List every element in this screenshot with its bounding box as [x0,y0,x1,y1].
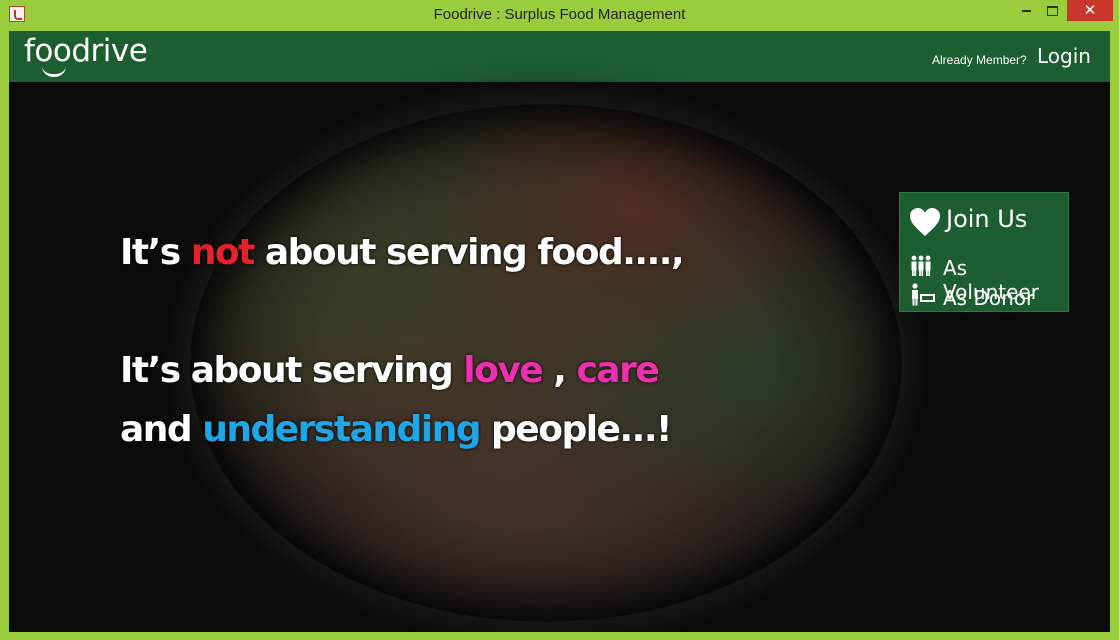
app-header: foodrive Already Member? Login [9,31,1110,82]
tagline-line-2: It’s about serving love , care [120,350,660,391]
tagline-text: about serving food...., [253,232,685,273]
window-title-bar[interactable]: Foodrive : Surplus Food Management ✕ [0,0,1119,30]
maximize-button[interactable] [1040,0,1064,21]
tagline-highlight-understanding: understanding [202,409,481,450]
logo-smile-icon [42,66,66,77]
tagline-text: It’s about serving [120,350,464,391]
tagline-text: and [120,409,203,450]
close-icon: ✕ [1083,1,1097,19]
maximize-icon [1046,5,1058,16]
heart-icon [910,208,940,236]
minimize-button[interactable] [1014,0,1038,21]
as-donor-link[interactable]: As Donor [943,286,1034,310]
join-us-panel: Join Us As Volunteer As Donor [899,192,1069,312]
hero-banner: It’s not about serving food...., It’s ab… [9,82,1110,632]
tagline-highlight-not: not [190,232,256,273]
tagline-line-1: It’s not about serving food...., [120,232,685,273]
tagline-text: , [542,350,577,391]
tagline-text: people...! [480,409,672,450]
tagline-highlight-love: love [463,350,543,391]
foodrive-logo: foodrive [24,33,148,69]
join-us-title: Join Us [946,205,1028,233]
tagline-highlight-care: care [576,350,659,391]
volunteer-group-icon [911,255,931,276]
tagline-text: It’s [120,232,191,273]
donor-icon [912,283,935,306]
login-link[interactable]: Login [1037,44,1091,68]
already-member-text: Already Member? [932,53,1027,67]
minimize-icon [1021,9,1031,12]
tagline-line-3: and understanding people...! [120,409,672,450]
app-window: foodrive Already Member? Login It’s not … [9,31,1110,632]
close-button[interactable]: ✕ [1067,0,1113,21]
window-title: Foodrive : Surplus Food Management [433,6,686,23]
